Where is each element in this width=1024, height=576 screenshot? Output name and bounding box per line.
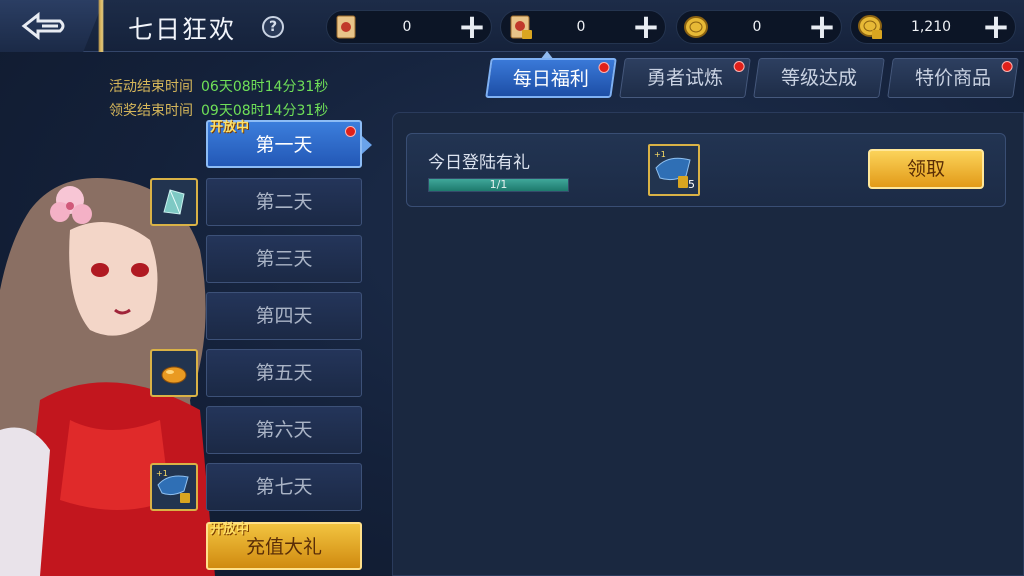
currency-locked-scroll: 0 + [500,10,666,44]
tab-special-offers[interactable]: 特价商品 [887,58,1019,98]
currency-value: 0 [402,19,412,35]
tab-level-reached[interactable]: 等级达成 [753,58,885,98]
day-4-button[interactable]: 第四天 [206,292,362,340]
day-5-button[interactable]: 第五天 [206,349,362,397]
add-currency-button[interactable]: + [807,10,837,44]
locked-wing-icon: +1 5 [654,150,695,191]
page-title: 七日狂欢 [128,15,237,44]
day-label: 第一天 [255,134,313,156]
title-divider [86,0,116,52]
tab-label: 等级达成 [780,67,857,89]
task-reward-slot[interactable]: +1 5 [648,144,700,196]
claim-end-label: 领奖结束时间 [109,103,193,119]
scroll-icon [336,15,356,39]
top-bar: 七日狂欢 ? 0 + 0 + 0 + 1,210 + [0,0,1024,52]
day-label: 充值大礼 [245,536,322,558]
currency-value: 0 [752,19,762,35]
progress-text: 1/1 [489,178,508,191]
open-tag: 开放中 [210,522,250,537]
item-tag: +1 [654,150,666,159]
day-7-reward-slot[interactable]: +1 [150,463,198,511]
tab-label: 勇者试炼 [646,67,723,89]
tab-label: 每日福利 [512,68,589,90]
day-label: 第四天 [255,305,313,327]
open-tag: 开放中 [210,120,250,135]
notification-dot [598,62,610,73]
notification-dot [1001,61,1013,72]
locked-gold-coin-icon [858,15,882,39]
event-end-label: 活动结束时间 [109,79,193,95]
currency-value: 1,210 [910,19,952,35]
notification-dot [733,61,745,72]
claim-end-value: 09天08时14分31秒 [201,103,329,119]
day-7-button[interactable]: 第七天 [206,463,362,511]
task-progress-bar: 1/1 [428,178,569,192]
currency-scroll: 0 + [326,10,492,44]
event-end-value: 06天08时14分31秒 [201,79,329,95]
ore-icon [161,366,187,384]
day-label: 第五天 [255,362,313,384]
currency-value: 0 [576,19,586,35]
task-title: 今日登陆有礼 [428,153,530,173]
day-1-button[interactable]: 开放中 第一天 [206,120,362,168]
currency-gold: 0 + [676,10,842,44]
currency-locked-gold: 1,210 + [850,10,1016,44]
item-count: 5 [688,178,695,191]
selected-day-arrow [362,136,372,154]
tab-daily-welfare[interactable]: 每日福利 [485,58,617,98]
event-end-timer: 活动结束时间 06天08时14分31秒 [109,76,328,96]
locked-scroll-icon [510,15,532,39]
back-arrow-icon [21,11,65,41]
locked-wing-icon: +1 [156,469,190,503]
recharge-gift-button[interactable]: 开放中 充值大礼 [206,522,362,570]
help-icon[interactable]: ? [262,16,284,38]
item-tag: +1 [156,469,168,478]
day-3-button[interactable]: 第三天 [206,235,362,283]
add-currency-button[interactable]: + [981,10,1011,44]
day-label: 第二天 [255,191,313,213]
day-2-button[interactable]: 第二天 [206,178,362,226]
day-label: 第三天 [255,248,313,270]
day-5-reward-slot[interactable] [150,349,198,397]
add-currency-button[interactable]: + [457,10,487,44]
day-label: 第七天 [255,476,313,498]
day-6-button[interactable]: 第六天 [206,406,362,454]
claim-end-timer: 领奖结束时间 09天08时14分31秒 [109,100,328,120]
claim-button[interactable]: 领取 [868,149,984,189]
tab-label: 特价商品 [914,67,991,89]
gold-coin-icon [684,16,708,38]
crystal-icon [163,189,185,215]
day-2-reward-slot[interactable] [150,178,198,226]
add-currency-button[interactable]: + [631,10,661,44]
notification-dot [345,126,356,137]
day-label: 第六天 [255,419,313,441]
tab-hero-trial[interactable]: 勇者试炼 [619,58,751,98]
